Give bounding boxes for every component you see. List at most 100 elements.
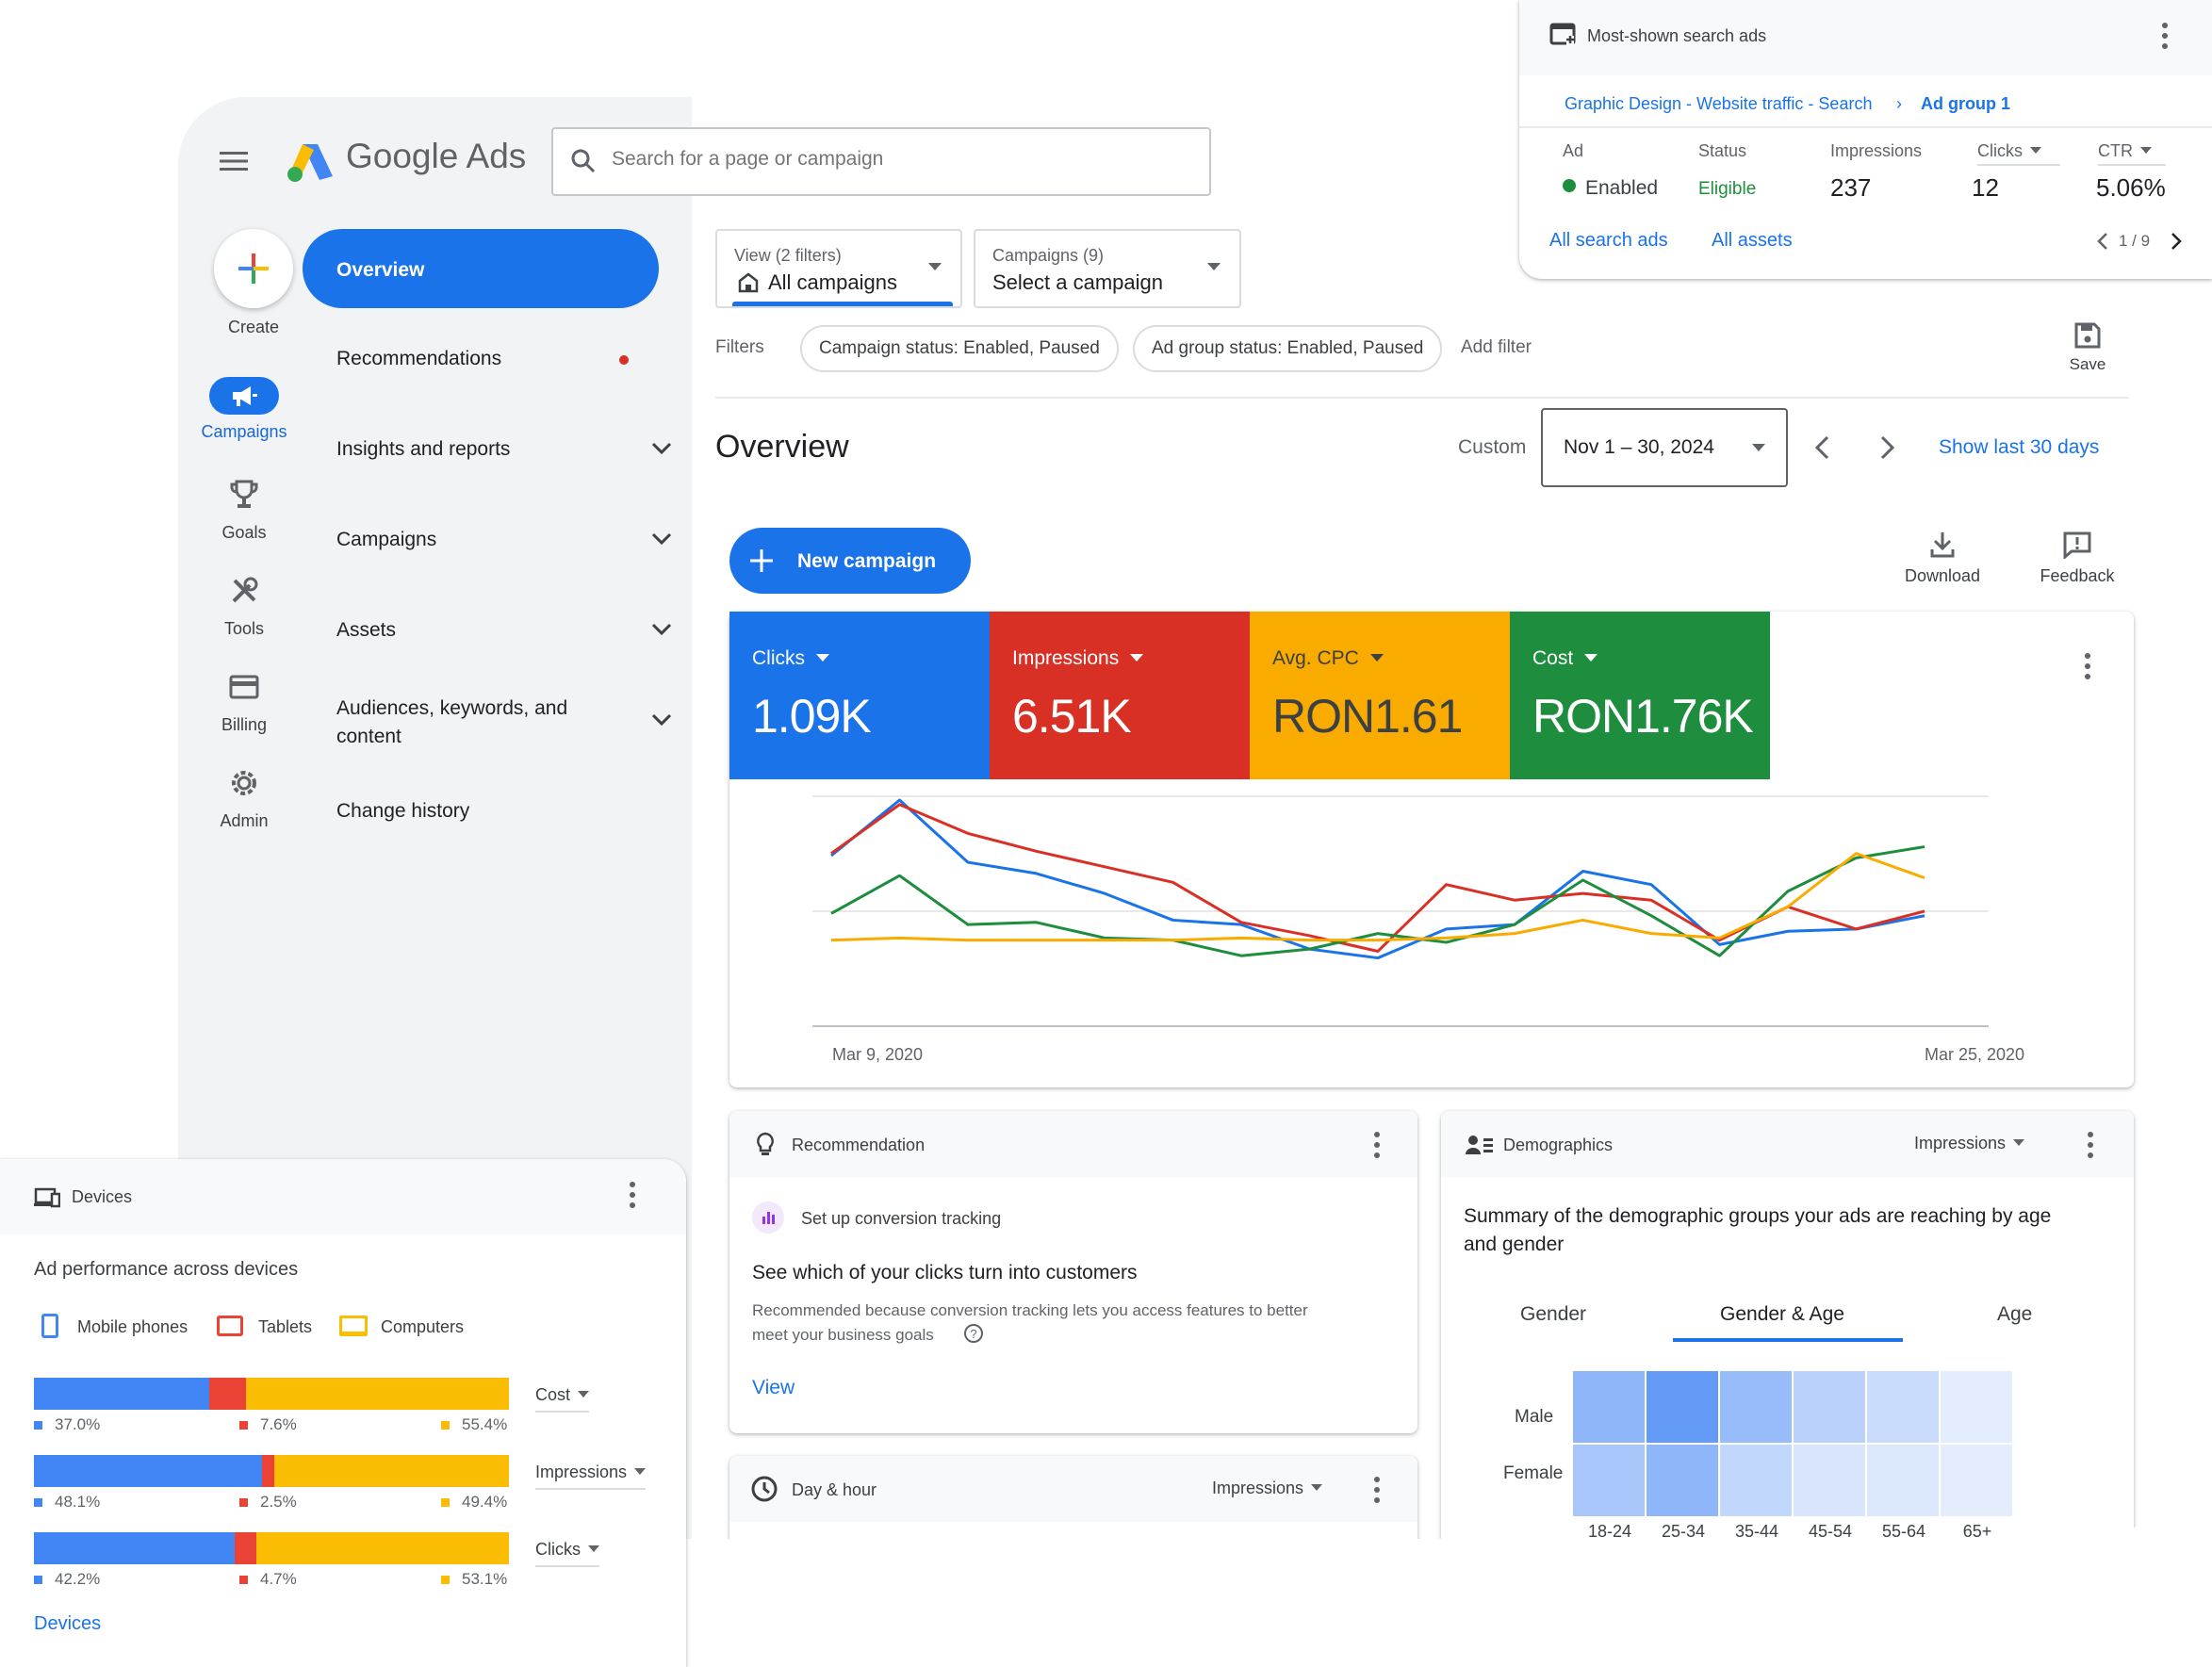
all-assets-link[interactable]: All assets [1712,230,1793,252]
previous-ad-button[interactable] [2096,232,2109,251]
metric-tile-avg-cpc[interactable]: Avg. CPC RON1.61 [1250,612,1510,779]
tablet-icon [217,1316,243,1336]
rail-billing[interactable]: Billing [188,666,301,735]
tab-age[interactable]: Age [1997,1303,2032,1326]
device-legend-square [239,1421,248,1430]
create-button[interactable]: Create [197,229,310,337]
search-input[interactable] [612,148,1177,171]
more-options-icon[interactable] [2085,653,2090,684]
rail-goals[interactable]: Goals [188,474,301,543]
divider [715,397,2129,399]
device-percentage: 4.7% [260,1570,297,1588]
devices-link[interactable]: Devices [34,1613,101,1635]
more-options-icon[interactable] [1374,1132,1380,1163]
device-bar-segment [274,1455,509,1487]
trophy-icon [223,474,265,515]
metric-impressions-value: 6.51K [1012,690,1132,743]
plus-icon [214,229,293,308]
download-icon [1929,531,1956,559]
col-ad: Ad [1563,141,1584,160]
nav-insights[interactable]: Insights and reports [336,438,695,461]
search-ads-card: Most-shown search ads Graphic Design - W… [1519,0,2212,279]
tab-gender[interactable]: Gender [1520,1303,1586,1326]
more-options-icon[interactable] [2088,1132,2093,1163]
campaign-filter-dropdown[interactable]: Campaigns (9) Select a campaign [974,229,1241,308]
next-period-button[interactable] [1878,434,1897,461]
col-status: Status [1698,141,1747,160]
day-hour-metric-dropdown[interactable]: Impressions [1212,1479,1323,1498]
filter-chip-ad-group-status[interactable]: Ad group status: Enabled, Paused [1133,325,1443,372]
nav-recommendations[interactable]: Recommendations [336,348,695,370]
add-filter-button[interactable]: Add filter [1461,337,1532,358]
device-legend-square [441,1421,450,1430]
more-options-icon[interactable] [630,1182,635,1213]
divider [1977,164,2060,166]
plus-icon [748,547,775,574]
filter-chip-campaign-status[interactable]: Campaign status: Enabled, Paused [800,325,1119,372]
download-label: Download [1904,566,1981,585]
recommendation-card: Recommendation Set up conversion trackin… [729,1111,1417,1433]
rail-admin[interactable]: Admin [188,762,301,831]
col-ctr: CTR [2098,141,2133,160]
date-range-picker[interactable]: Nov 1 – 30, 2024 [1541,408,1788,487]
device-legend-square [441,1498,450,1507]
active-tab-indicator [1673,1338,1903,1342]
col-clicks-sort[interactable]: Clicks [1977,141,2041,161]
recommendation-view-link[interactable]: View [752,1377,795,1399]
more-options-icon[interactable] [2162,23,2168,54]
ad-status: Enabled [1585,177,1659,199]
menu-icon[interactable] [220,150,254,178]
nav-overview[interactable]: Overview [303,229,659,308]
caret-down-icon [1752,444,1765,451]
next-ad-button[interactable] [2170,232,2183,251]
col-ctr-sort[interactable]: CTR [2098,141,2152,161]
nav-change-history[interactable]: Change history [336,800,695,823]
rail-tools[interactable]: Tools [188,570,301,639]
campaign-filter-label: Campaigns (9) [992,246,1105,265]
metric-tile-cost[interactable]: Cost RON1.76K [1510,612,1770,779]
chart-x-end-label: Mar 25, 2020 [1925,1045,2025,1064]
heatmap-col-label: 65+ [1962,1522,1992,1539]
view-filter-dropdown[interactable]: View (2 filters) All campaigns [715,229,962,308]
feedback-button[interactable]: Feedback [2025,531,2129,586]
tab-gender-age[interactable]: Gender & Age [1720,1303,1844,1326]
device-metric-dropdown[interactable]: Cost [535,1385,590,1413]
all-search-ads-link[interactable]: All search ads [1549,230,1668,252]
download-button[interactable]: Download [1895,531,1990,586]
show-last-30-days-link[interactable]: Show last 30 days [1939,436,2099,459]
more-options-icon[interactable] [1374,1477,1380,1508]
previous-period-button[interactable] [1812,434,1831,461]
breadcrumb-campaign[interactable]: Graphic Design - Website traffic - Searc… [1565,94,1872,114]
help-icon[interactable]: ? [963,1323,984,1344]
new-campaign-button[interactable]: New campaign [729,528,971,594]
demographics-metric-dropdown[interactable]: Impressions [1914,1134,2025,1153]
credit-card-icon [223,666,265,708]
device-metric-label: Impressions [535,1463,628,1481]
metric-cost-label: Cost [1532,647,1574,669]
rail-tools-label: Tools [223,619,265,638]
nav-assets[interactable]: Assets [336,619,695,642]
device-legend-square [34,1421,42,1430]
metric-tile-impressions[interactable]: Impressions 6.51K [990,612,1250,779]
device-bar-segment [34,1378,210,1410]
device-metric-dropdown[interactable]: Clicks [535,1540,599,1567]
heatmap-col-label: 55-64 [1881,1522,1926,1539]
nav-campaigns[interactable]: Campaigns [336,529,695,551]
filters-label: Filters [715,337,764,357]
device-metric-dropdown[interactable]: Impressions [535,1463,647,1490]
breadcrumb-ad-group[interactable]: Ad group 1 [1921,94,2010,114]
enabled-status-dot [1563,179,1576,192]
card-header: Recommendation [729,1111,1417,1177]
save-label: Save [2069,355,2106,373]
caret-down-icon [2013,1139,2025,1146]
nav-audiences[interactable]: Audiences, keywords, and content [336,695,695,751]
save-button[interactable]: Save [2059,321,2116,374]
rail-campaigns[interactable]: Campaigns [188,377,301,442]
gear-icon [223,762,265,804]
caret-down-icon [816,654,829,662]
col-impressions: Impressions [1830,141,1923,160]
metric-tile-clicks[interactable]: Clicks 1.09K [729,612,990,779]
lightbulb-icon [756,1132,775,1158]
day-hour-header: Day & hour [792,1480,877,1499]
search-box[interactable] [551,127,1211,196]
